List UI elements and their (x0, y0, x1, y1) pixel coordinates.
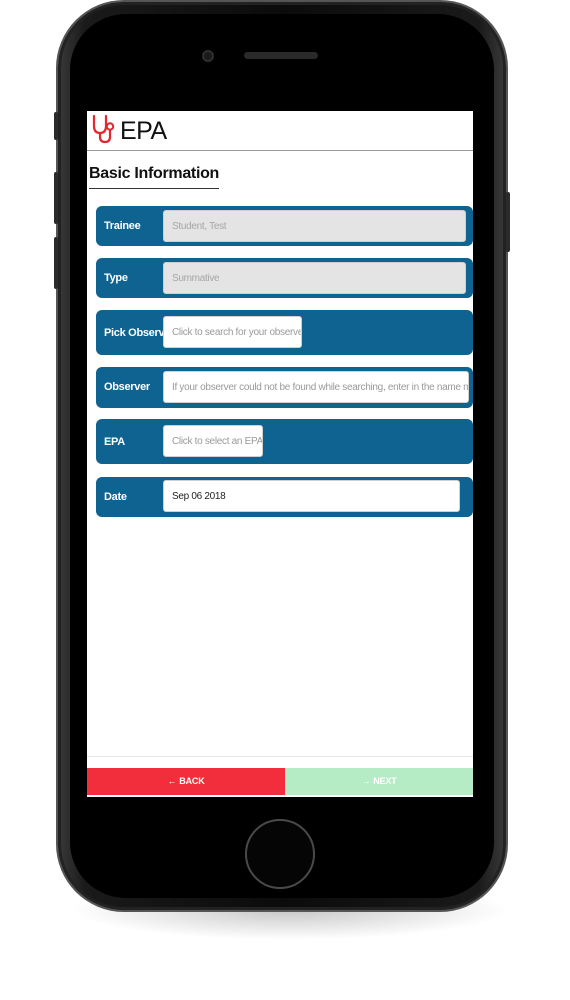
type-label: Type (104, 272, 128, 284)
section-title: Basic Information (89, 163, 219, 189)
stethoscope-icon (92, 114, 115, 144)
earpiece-speaker (244, 52, 318, 59)
next-button[interactable]: → NEXT (285, 768, 473, 795)
mute-switch (54, 112, 58, 140)
type-row: Type Summative (96, 258, 473, 298)
volume-down-button (54, 237, 58, 289)
back-button[interactable]: ← BACK (87, 768, 285, 795)
trainee-label: Trainee (104, 220, 141, 232)
trainee-field: Student, Test (163, 210, 466, 242)
type-field: Summative (163, 262, 466, 294)
arrow-left-icon: ← (167, 776, 177, 786)
epa-select-placeholder: Click to select an EPA (172, 436, 263, 447)
back-button-label: BACK (179, 776, 205, 786)
observer-label: Observer (104, 381, 150, 393)
arrow-right-icon: → (361, 776, 371, 786)
date-row: Date Sep 06 2018 (96, 477, 473, 517)
observer-row: Observer If your observer could not be f… (96, 367, 473, 408)
app-title: EPA (120, 117, 167, 145)
date-label: Date (104, 491, 127, 503)
app-header: EPA (87, 111, 473, 151)
observer-search-dropdown[interactable]: Click to search for your observer▼ (163, 316, 302, 348)
front-camera (202, 50, 214, 62)
epa-row: EPA Click to select an EPA▼ (96, 419, 473, 464)
epa-label: EPA (104, 436, 125, 448)
next-button-label: NEXT (373, 776, 397, 786)
observer-search-placeholder: Click to search for your observer (172, 327, 302, 338)
trainee-row: Trainee Student, Test (96, 206, 473, 246)
pick-observer-row: Pick Observer Click to search for your o… (96, 310, 473, 355)
power-button (506, 192, 510, 252)
date-input[interactable]: Sep 06 2018 (163, 480, 460, 512)
observer-name-input[interactable]: If your observer could not be found whil… (163, 371, 469, 403)
footer-divider (87, 756, 473, 757)
volume-up-button (54, 172, 58, 224)
app-screen: EPA Basic Information Trainee Student, T… (87, 111, 473, 797)
home-button[interactable] (245, 819, 315, 889)
epa-select-dropdown[interactable]: Click to select an EPA▼ (163, 425, 263, 457)
